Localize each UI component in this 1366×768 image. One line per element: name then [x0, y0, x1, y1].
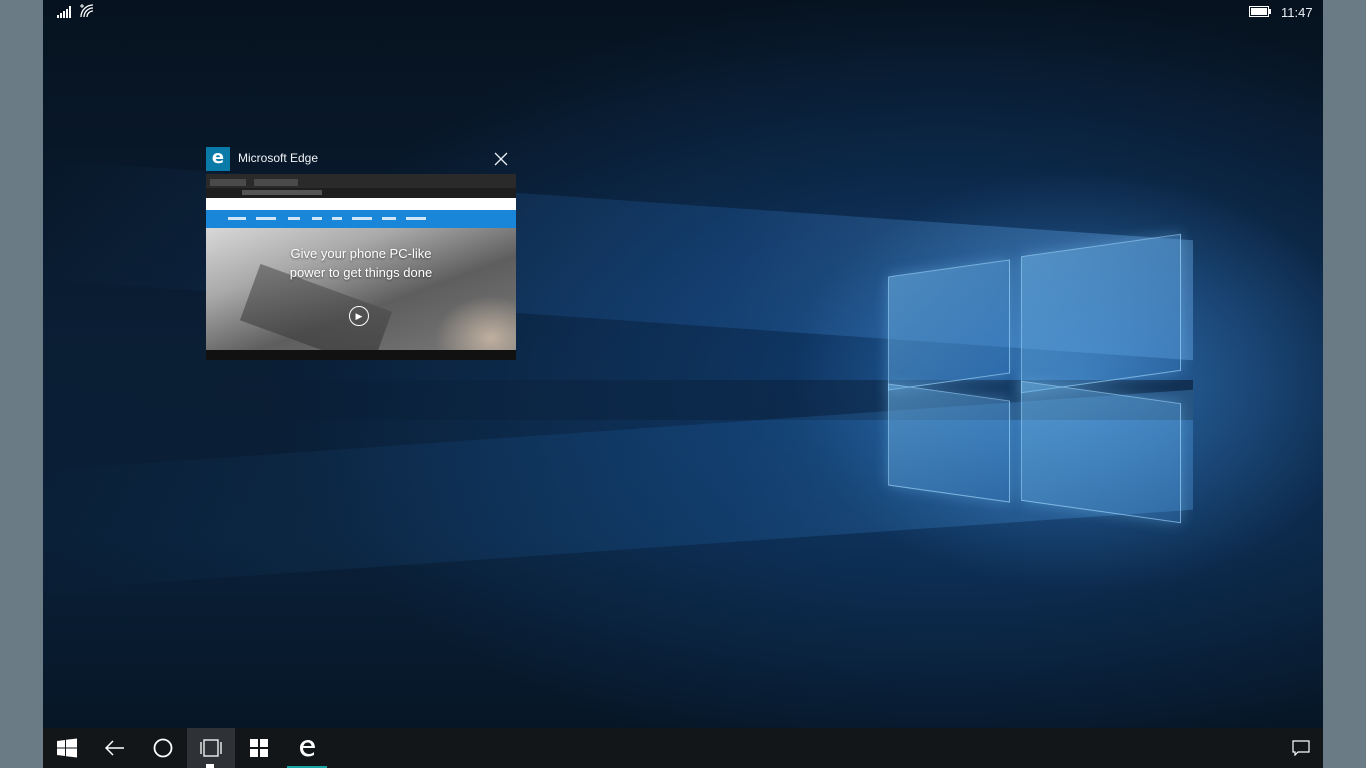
preview-hero-text: Give your phone PC-like power to get thi… — [289, 246, 433, 280]
preview-tab — [210, 179, 246, 186]
store-button[interactable] — [235, 728, 283, 768]
card-header: e Microsoft Edge — [205, 146, 517, 172]
windows-logo-icon — [57, 738, 77, 758]
back-button[interactable] — [91, 728, 139, 768]
task-view-button[interactable] — [187, 728, 235, 768]
preview-nav-item — [352, 217, 372, 220]
edge-icon — [300, 740, 315, 757]
preview-nav-item — [332, 217, 342, 220]
play-icon: ▶ — [349, 306, 369, 326]
store-icon — [250, 739, 268, 757]
mouse-cursor — [206, 764, 214, 768]
edge-taskbar-button[interactable] — [287, 728, 327, 768]
battery-icon — [1249, 6, 1271, 17]
windows-logo-pane — [888, 259, 1010, 391]
action-center-icon — [1292, 740, 1310, 756]
circle-icon — [153, 738, 173, 758]
app-title: Microsoft Edge — [238, 151, 319, 165]
preview-nav-item — [288, 217, 300, 220]
action-center-button[interactable] — [1279, 728, 1323, 768]
preview-tab — [254, 179, 298, 186]
windows-logo-pane — [888, 383, 1010, 503]
windows-logo-pane — [1021, 233, 1181, 394]
preview-nav-item — [406, 217, 426, 220]
edge-icon: e — [206, 147, 230, 171]
preview-site-header — [206, 198, 516, 210]
cortana-button[interactable] — [139, 728, 187, 768]
signal-bars-icon — [57, 6, 71, 18]
preview-nav-item — [312, 217, 322, 220]
close-button[interactable] — [491, 149, 511, 169]
wifi-icon — [80, 4, 94, 18]
start-button[interactable] — [43, 728, 91, 768]
back-arrow-icon — [105, 740, 124, 756]
preview-nav-item — [256, 217, 276, 220]
app-preview-thumbnail[interactable]: Give your phone PC-like power to get thi… — [206, 174, 516, 360]
task-view-icon — [200, 739, 222, 757]
task-view-card-edge[interactable]: e Microsoft Edge Give your phone PC-like… — [205, 146, 517, 360]
preview-nav-item — [382, 217, 396, 220]
windows-logo-pane — [1021, 380, 1181, 524]
close-icon — [494, 152, 508, 166]
status-bar: 11:47 — [43, 0, 1323, 24]
preview-address-bar — [242, 190, 322, 195]
taskbar — [43, 728, 1323, 768]
preview-nav-item — [228, 217, 246, 220]
preview-tab-strip — [206, 174, 516, 188]
clock: 11:47 — [1281, 5, 1313, 20]
desktop: 11:47 e Microsoft Edge Give your phone P… — [43, 0, 1323, 768]
preview-taskbar — [206, 350, 516, 360]
